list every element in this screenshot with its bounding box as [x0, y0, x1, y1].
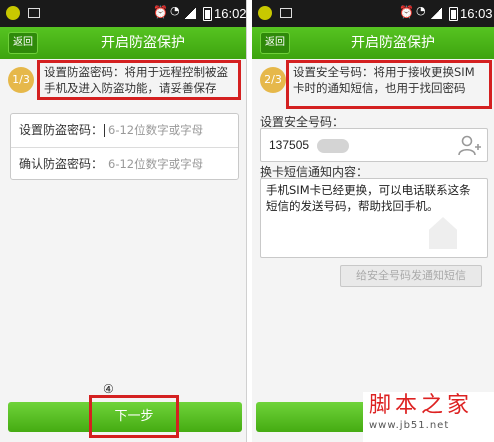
watermark-url: www.jb51.net — [369, 420, 450, 431]
site-watermark: 脚本之家 www.jb51.net — [363, 392, 494, 442]
left-screen: ⏰ ◔ 16:02 返回 开启防盗保护 1/3 设置防盗密码：将用于远程控制被盗… — [0, 0, 247, 442]
wifi-icon: ◔ — [170, 4, 180, 17]
step-indicator: 2/3 — [260, 67, 286, 93]
alarm-icon: ⏰ — [153, 5, 168, 19]
step-indicator: 1/3 — [8, 67, 34, 93]
intro-text: 设置安全号码：将用于接收更换SIM卡时的通知短信，也用于找回密码 — [286, 60, 492, 109]
alarm-icon: ⏰ — [399, 5, 414, 19]
back-button[interactable]: 返回 — [8, 32, 38, 54]
title-bar: 返回 开启防盗保护 — [252, 27, 494, 59]
right-screen: ⏰ ◔ 16:03 返回 开启防盗保护 2/3 设置安全号码：将用于接收更换SI… — [252, 0, 494, 442]
signal-icon — [431, 7, 442, 19]
redacted-digits — [317, 139, 349, 153]
text-cursor — [104, 124, 106, 137]
password-form: 设置防盗密码： 6-12位数字或字母 确认防盗密码： 6-12位数字或字母 — [10, 113, 239, 180]
image-notification-icon — [28, 8, 40, 18]
back-button[interactable]: 返回 — [260, 32, 290, 54]
password-placeholder: 6-12位数字或字母 — [108, 123, 204, 137]
status-time: 16:03 — [460, 6, 493, 21]
intro-text: 设置防盗密码：将用于远程控制被盗手机及进入防盗功能，请妥善保存 — [37, 60, 241, 100]
signal-icon — [185, 7, 196, 19]
confirm-password-field[interactable]: 确认防盗密码： 6-12位数字或字母 — [11, 147, 238, 180]
status-bar: ⏰ ◔ 16:02 — [0, 0, 246, 27]
page-title: 开启防盗保护 — [351, 35, 435, 51]
password-label: 设置防盗密码： — [19, 123, 104, 137]
app-notification-icon — [6, 6, 20, 20]
app-notification-icon — [258, 6, 272, 20]
password-field[interactable]: 设置防盗密码： 6-12位数字或字母 — [11, 114, 238, 147]
contact-icon[interactable] — [457, 134, 481, 158]
message-value: 手机SIM卡已经更换，可以电话联系这条短信的发送号码，帮助找回手机。 — [266, 183, 471, 213]
decorative-shape — [429, 217, 457, 249]
notice-message-textarea[interactable]: 手机SIM卡已经更换，可以电话联系这条短信的发送号码，帮助找回手机。 — [260, 178, 488, 258]
status-time: 16:02 — [214, 6, 247, 21]
watermark-name: 脚本之家 — [369, 393, 474, 418]
confirm-password-placeholder: 6-12位数字或字母 — [108, 157, 204, 171]
safety-phone-input[interactable]: 137505 — [260, 128, 488, 162]
battery-icon — [449, 7, 458, 21]
phone-value: 137505 — [269, 138, 310, 152]
wifi-icon: ◔ — [416, 4, 426, 17]
battery-icon — [203, 7, 212, 21]
title-bar: 返回 开启防盗保护 — [0, 27, 246, 59]
status-bar: ⏰ ◔ 16:03 — [252, 0, 494, 27]
next-step-button[interactable]: 下一步 — [89, 395, 179, 438]
image-notification-icon — [280, 8, 292, 18]
page-title: 开启防盗保护 — [101, 35, 185, 51]
confirm-password-label: 确认防盗密码： — [19, 157, 104, 171]
send-notice-button[interactable]: 给安全号码发通知短信 — [340, 265, 482, 287]
step-marker: ④ — [103, 382, 114, 396]
